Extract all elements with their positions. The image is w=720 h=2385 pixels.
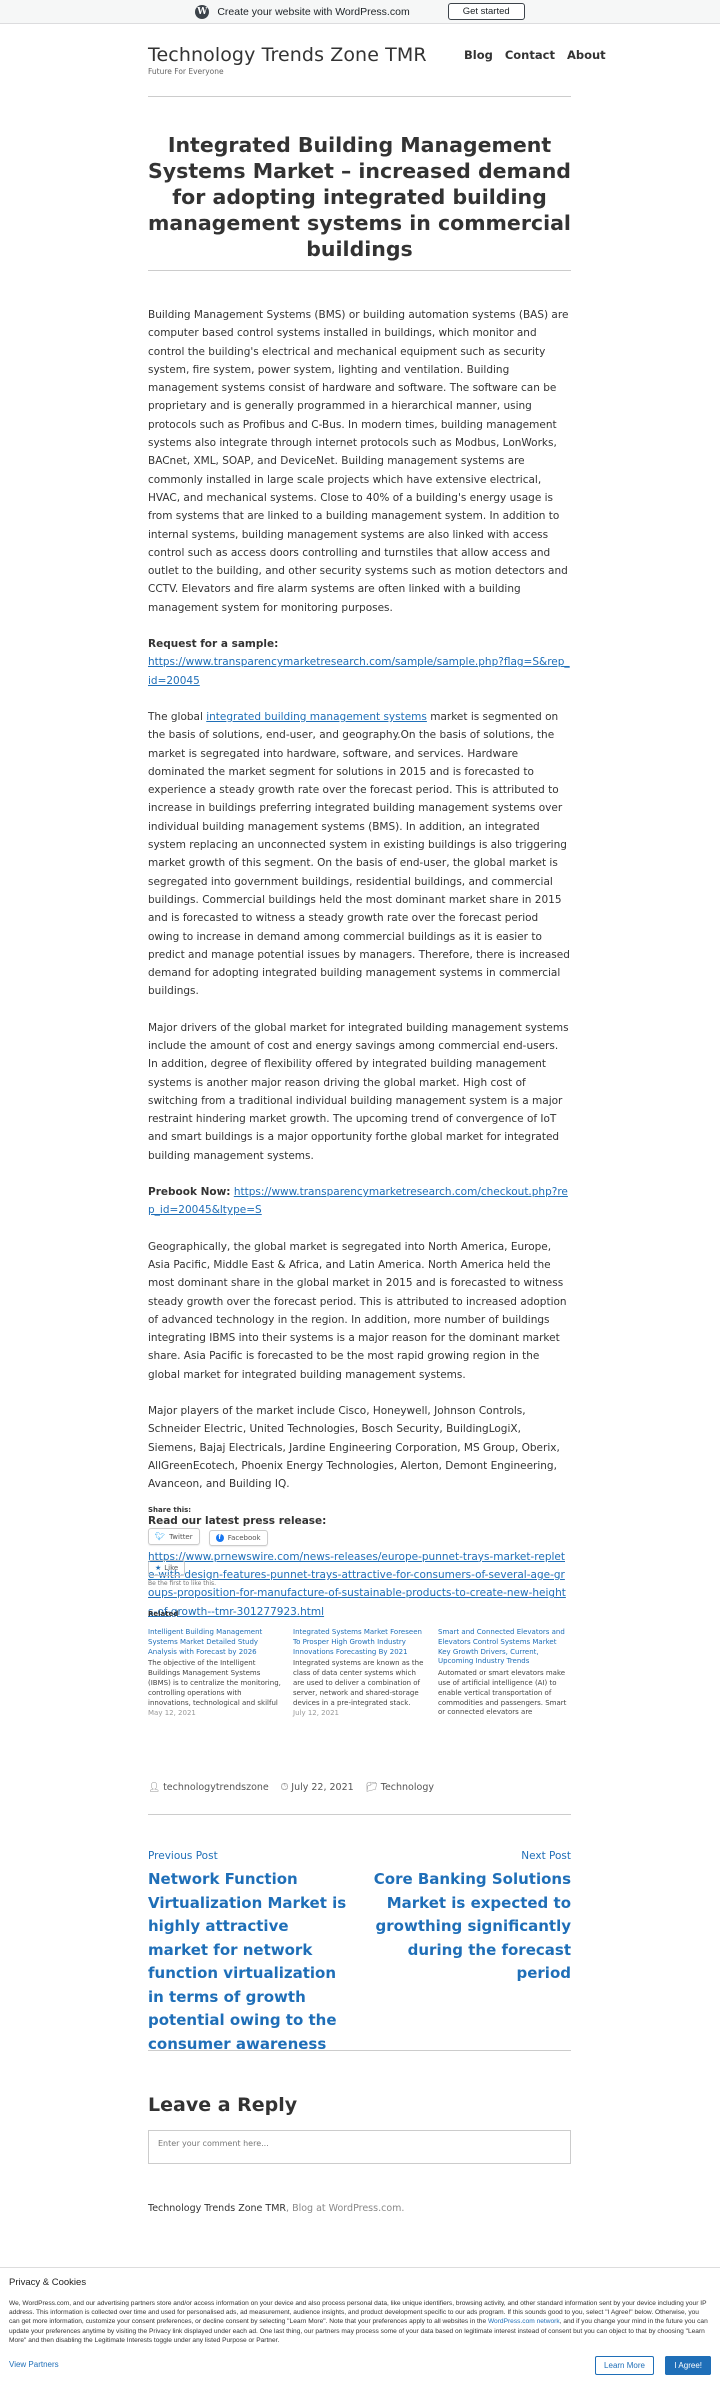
related-item: Smart and Connected Elevators and Elevat… xyxy=(438,1628,571,1719)
related-item-date: July 12, 2021 xyxy=(293,1709,339,1718)
share-twitter-button[interactable]: 🐦︎ Twitter xyxy=(148,1528,200,1545)
share-buttons: 🐦︎ Twitter f Facebook xyxy=(148,1524,571,1546)
author-name: technologytrendszone xyxy=(163,1782,269,1793)
p2-pre: The global xyxy=(148,710,207,723)
site-footer: Technology Trends Zone TMR, Blog at Word… xyxy=(148,2203,571,2214)
paragraph-players: Major players of the market include Cisc… xyxy=(148,1405,560,1491)
date-text: July 22, 2021 xyxy=(291,1782,354,1793)
paragraph-intro: Building Management Systems (BMS) or bui… xyxy=(148,309,569,614)
paragraph-drivers: Major drivers of the global market for i… xyxy=(148,1021,569,1162)
privacy-heading: Privacy & Cookies xyxy=(9,2277,87,2288)
footer-separator: , xyxy=(286,2203,290,2214)
post-date[interactable]: 🕑︎ July 22, 2021 xyxy=(281,1782,354,1793)
site-description: Future For Everyone xyxy=(148,67,224,76)
post-title: Integrated Building Management Systems M… xyxy=(148,133,571,261)
next-post-label: Next Post xyxy=(521,1850,571,1862)
author[interactable]: 👤︎ technologytrendszone xyxy=(148,1782,269,1793)
clock-icon: 🕑︎ xyxy=(280,1782,289,1793)
learn-more-button[interactable]: Learn More xyxy=(595,2356,654,2375)
previous-post-title[interactable]: Network Function Virtualization Market i… xyxy=(148,1868,353,2056)
related-item-title[interactable]: Smart and Connected Elevators and Elevat… xyxy=(438,1628,571,1667)
related-heading: Related xyxy=(148,1610,179,1618)
share-facebook-button[interactable]: f Facebook xyxy=(208,1530,268,1546)
wordpress-promo-bar: W Create your website with WordPress.com… xyxy=(0,0,720,24)
next-post[interactable]: Next Post Core Banking Solutions Market … xyxy=(366,1850,571,2056)
like-label: Like xyxy=(164,1564,179,1572)
header-divider xyxy=(148,96,571,97)
paragraph-geography: Geographically, the global market is seg… xyxy=(148,1240,567,1381)
like-section: ★ Like Be the first to like this. xyxy=(148,1555,571,1587)
next-post-title[interactable]: Core Banking Solutions Market is expecte… xyxy=(366,1868,571,1986)
related-section: Related Intelligent Building Management … xyxy=(148,1610,571,1719)
wordpress-logo-icon: W xyxy=(195,4,210,19)
category[interactable]: 📁︎ Technology xyxy=(366,1782,434,1793)
paragraph-segmentation: The global integrated building managemen… xyxy=(148,708,571,1001)
previous-post-label: Previous Post xyxy=(148,1850,218,1862)
category-name: Technology xyxy=(380,1782,434,1793)
view-partners-button[interactable]: View Partners xyxy=(9,2360,59,2369)
author-icon: 👤︎ xyxy=(148,1782,161,1793)
nav-about[interactable]: About xyxy=(567,48,606,62)
share-heading: Share this: xyxy=(148,1506,192,1514)
privacy-banner: Privacy & Cookies We, WordPress.com, and… xyxy=(0,2267,720,2385)
sample-label: Request for a sample: xyxy=(148,638,279,651)
footer-site-link[interactable]: Technology Trends Zone TMR xyxy=(148,2203,286,2214)
related-item-title[interactable]: Integrated Systems Market Foreseen To Pr… xyxy=(293,1628,426,1657)
related-item: Integrated Systems Market Foreseen To Pr… xyxy=(293,1628,426,1719)
agree-button[interactable]: I Agree! xyxy=(665,2356,711,2375)
share-section: Share this: 🐦︎ Twitter f Facebook xyxy=(148,1506,571,1546)
comment-input[interactable]: Enter your comment here... xyxy=(148,2130,571,2164)
related-item-title[interactable]: Intelligent Building Management Systems … xyxy=(148,1628,281,1657)
prebook: Prebook Now: https://www.transparencymar… xyxy=(148,1183,571,1220)
like-button[interactable]: ★ Like xyxy=(148,1560,186,1576)
post-content: Building Management Systems (BMS) or bui… xyxy=(148,306,571,1639)
title-divider xyxy=(148,270,571,271)
facebook-icon: f xyxy=(215,1534,224,1542)
sample-link[interactable]: https://www.transparencymarketresearch.c… xyxy=(148,656,570,686)
folder-icon: 📁︎ xyxy=(365,1782,378,1793)
prebook-label: Prebook Now: xyxy=(148,1186,231,1199)
twitter-icon: 🐦︎ xyxy=(155,1532,166,1541)
post-meta: 👤︎ technologytrendszone 🕑︎ July 22, 2021 📁… xyxy=(148,1782,571,1793)
main-nav: Blog Contact About xyxy=(464,48,606,62)
nav-contact[interactable]: Contact xyxy=(505,48,555,62)
nav-divider xyxy=(148,2050,571,2051)
facebook-label: Facebook xyxy=(227,1534,261,1542)
related-item: Intelligent Building Management Systems … xyxy=(148,1628,281,1719)
meta-divider xyxy=(148,1814,571,1815)
nav-blog[interactable]: Blog xyxy=(464,48,493,62)
be-first-text: Be the first to like this. xyxy=(148,1580,217,1587)
wordpress-network-link[interactable]: WordPress.com network xyxy=(488,2318,560,2325)
related-item-date: May 12, 2021 xyxy=(148,1709,196,1718)
privacy-text: We, WordPress.com, and our advertising p… xyxy=(9,2299,711,2345)
p2-post: market is segmented on the basis of solu… xyxy=(148,710,570,998)
sample-request: Request for a sample: https://www.transp… xyxy=(148,635,571,690)
ibms-link[interactable]: integrated building management systems xyxy=(206,711,427,723)
get-started-button[interactable]: Get started xyxy=(447,3,525,20)
reply-heading: Leave a Reply xyxy=(148,2094,298,2116)
star-icon: ★ xyxy=(155,1564,162,1572)
post-navigation: Previous Post Network Function Virtualiz… xyxy=(148,1850,571,2056)
footer-credit-link[interactable]: Blog at WordPress.com. xyxy=(292,2203,404,2214)
related-item-excerpt: Automated or smart elevators make use of… xyxy=(438,1669,567,1717)
twitter-label: Twitter xyxy=(169,1532,193,1541)
related-item-excerpt: The objective of the Intelligent Buildin… xyxy=(148,1659,281,1707)
comment-section: Leave a Reply Enter your comment here... xyxy=(148,2094,571,2164)
wpbar-text[interactable]: Create your website with WordPress.com xyxy=(217,6,409,18)
previous-post[interactable]: Previous Post Network Function Virtualiz… xyxy=(148,1850,353,2056)
related-item-excerpt: Integrated systems are known as the clas… xyxy=(293,1659,424,1707)
